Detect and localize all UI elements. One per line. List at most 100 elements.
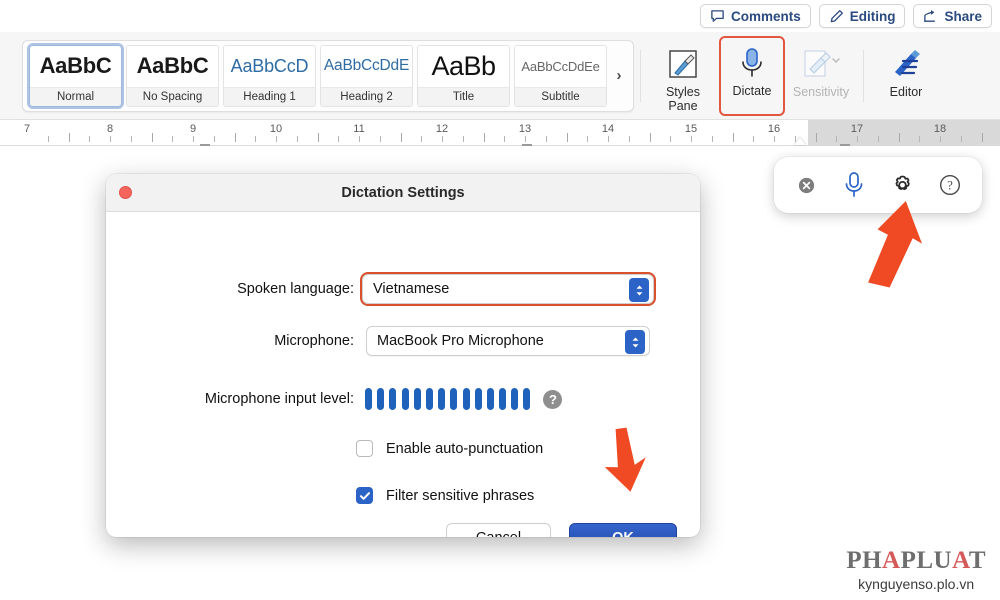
sensitivity-button[interactable]: Sensitivity: [785, 39, 857, 113]
pencil-icon: [829, 9, 844, 24]
ruler-tick: [214, 136, 215, 142]
ruler-tick: [89, 136, 90, 142]
level-bar: [365, 388, 372, 410]
ruler-tick: [629, 136, 630, 142]
ruler-tick: [899, 133, 900, 142]
share-button[interactable]: Share: [913, 4, 992, 28]
style-title[interactable]: AaBb Title: [417, 45, 510, 107]
top-command-bar: Comments Editing Share: [0, 0, 1000, 32]
sensitivity-icon: [799, 43, 843, 85]
comment-icon: [710, 9, 725, 24]
ruler-tick: [961, 136, 962, 142]
microphone-select[interactable]: MacBook Pro Microphone: [366, 326, 650, 356]
dialog-titlebar[interactable]: Dictation Settings: [106, 174, 700, 212]
style-label: Heading 2: [321, 87, 412, 106]
watermark-logo-p2: A: [882, 547, 901, 574]
share-icon: [923, 9, 938, 24]
spoken-language-row: Spoken language: Vietnamese: [106, 274, 700, 304]
ruler-number: 7: [24, 123, 30, 135]
style-heading-2[interactable]: AaBbCcDdE Heading 2: [320, 45, 413, 107]
comments-label: Comments: [731, 9, 801, 24]
input-level-row: Microphone input level: ?: [106, 388, 700, 410]
ruler-number: 8: [107, 123, 113, 135]
enable-auto-punctuation-row[interactable]: Enable auto-punctuation: [356, 440, 543, 457]
ruler-tick: [919, 136, 920, 142]
ruler-tick: [380, 136, 381, 142]
editing-label: Editing: [850, 9, 896, 24]
level-bar: [377, 388, 384, 410]
cancel-button[interactable]: Cancel: [446, 523, 551, 537]
ruler-tick: [857, 136, 858, 142]
comments-button[interactable]: Comments: [700, 4, 811, 28]
ruler-tick: [48, 136, 49, 142]
styles-pane-button[interactable]: Styles Pane: [647, 39, 719, 113]
spoken-language-value: Vietnamese: [373, 281, 449, 297]
question-circle-icon[interactable]: ?: [930, 165, 970, 205]
ruler-tick: [982, 133, 983, 142]
ruler-tick: [172, 136, 173, 142]
enable-auto-punctuation-checkbox[interactable]: [356, 440, 373, 457]
ruler-tick: [878, 136, 879, 142]
ruler-tick: [318, 133, 319, 142]
ribbon-divider: [863, 50, 864, 102]
filter-sensitive-phrases-label: Filter sensitive phrases: [386, 488, 534, 504]
style-heading-1[interactable]: AaBbCcD Heading 1: [223, 45, 316, 107]
ruler-tick: [421, 136, 422, 142]
ruler-tick: [587, 136, 588, 142]
editor-button[interactable]: Editor: [870, 39, 942, 113]
ruler-tick: [484, 133, 485, 142]
ruler-tick: [297, 136, 298, 142]
ruler-tick: [69, 133, 70, 142]
dictate-button[interactable]: Dictate: [719, 36, 785, 116]
filter-sensitive-phrases-checkbox[interactable]: [356, 487, 373, 504]
editing-button[interactable]: Editing: [819, 4, 906, 28]
input-level-help-icon[interactable]: ?: [543, 390, 562, 409]
style-no-spacing[interactable]: AaBbC No Spacing: [126, 45, 219, 107]
ruler-tick: [753, 136, 754, 142]
ruler-tick: [110, 136, 111, 142]
ruler-tick: [608, 136, 609, 142]
ruler-number: 12: [436, 123, 448, 135]
style-preview: AaBbCcDdEe: [515, 46, 606, 87]
ruler-indent-marker[interactable]: [794, 137, 806, 145]
chevron-right-icon[interactable]: ›: [609, 67, 629, 84]
level-bar: [499, 388, 506, 410]
ok-button[interactable]: OK: [569, 523, 677, 537]
ruler-tick: [733, 133, 734, 142]
level-bar: [511, 388, 518, 410]
dictate-label: Dictate: [733, 84, 772, 98]
style-preview: AaBb: [418, 46, 509, 87]
close-circle-icon[interactable]: [786, 165, 826, 205]
level-bar: [450, 388, 457, 410]
ruler-tick: [235, 133, 236, 142]
dialog-buttons: Cancel OK: [446, 523, 677, 537]
ruler-tick: [774, 136, 775, 142]
style-label: Heading 1: [224, 87, 315, 106]
style-normal[interactable]: AaBbC Normal: [29, 45, 122, 107]
spoken-language-select[interactable]: Vietnamese: [362, 274, 654, 304]
ruler-tick: [940, 136, 941, 142]
style-preview: AaBbCcDdE: [321, 46, 412, 87]
ruler-tick: [255, 136, 256, 142]
spoken-language-label: Spoken language:: [106, 281, 354, 297]
style-subtitle[interactable]: AaBbCcDdEe Subtitle: [514, 45, 607, 107]
ruler-tick: [131, 136, 132, 142]
microphone-row: Microphone: MacBook Pro Microphone: [106, 326, 700, 356]
ruler-tick: [650, 133, 651, 142]
level-bar: [463, 388, 470, 410]
ruler-number: 15: [685, 123, 697, 135]
ribbon-toolbar: AaBbC Normal AaBbC No Spacing AaBbCcD He…: [0, 32, 1000, 120]
ruler-number: 17: [851, 123, 863, 135]
styles-pane-label: Styles Pane: [666, 85, 700, 113]
ruler-tick: [152, 133, 153, 142]
filter-sensitive-phrases-row[interactable]: Filter sensitive phrases: [356, 487, 534, 504]
watermark-url: kynguyenso.plo.vn: [846, 576, 986, 592]
ruler-tick: [359, 136, 360, 142]
ruler-right-margin: [808, 120, 1000, 146]
svg-text:?: ?: [947, 179, 953, 193]
ruler[interactable]: 789101112131415161718: [0, 120, 1000, 146]
ruler-tick: [193, 136, 194, 142]
arrow-to-gear-icon: [856, 196, 928, 293]
level-bar: [389, 388, 396, 410]
level-bar: [487, 388, 494, 410]
